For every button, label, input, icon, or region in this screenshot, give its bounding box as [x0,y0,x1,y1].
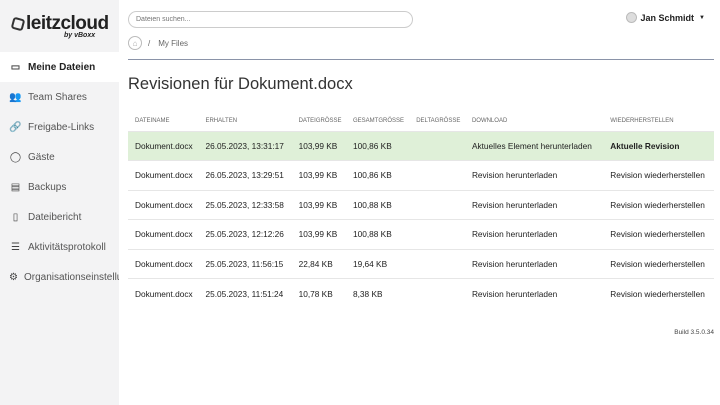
sidebar-item-freigabe-links[interactable]: 🔗 Freigabe-Links [0,112,119,142]
delta-size [409,189,465,220]
sidebar-item-g-ste[interactable]: ◯ Gäste [0,142,119,172]
leitzcloud-logo[interactable]: leitzcloud by vBoxx [10,13,112,43]
column-header[interactable]: DATEIGRÖSSE [292,112,346,131]
delta-size [409,219,465,249]
received: 26.05.2023, 13:29:51 [198,160,292,190]
table-row: Dokument.docx 25.05.2023, 11:56:15 22,84 K… [128,248,714,279]
home-icon[interactable]: ⌂ [128,36,142,50]
sidebar-item-organisationseinstellungen[interactable]: ⚙ Organisationseinstellungen [0,262,119,292]
file-size: 22,84 KB [291,248,346,279]
table-row: Dokument.docx 26.05.2023, 13:29:51 103,99 … [128,160,714,190]
received: 26.05.2023, 13:31:17 [198,130,292,161]
received: 25.05.2023, 11:56:15 [198,248,292,279]
column-header[interactable]: DELTAGRÖSSE [409,112,465,131]
link-icon: 🔗 [9,121,22,133]
file-name: Dokument.docx [128,130,199,161]
report-icon: ▯ [12,211,19,223]
divider [128,59,714,60]
sidebar-item-label: Meine Dateien [28,61,96,73]
sidebar-item-label: Backups [28,181,67,193]
download-link[interactable]: Revision herunterladen [464,219,604,249]
activity-log-icon: ☰ [11,241,20,253]
total-size: 19,64 KB [345,248,410,279]
brand-sub: by vBoxx [64,32,96,39]
sidebar-item-team-shares[interactable]: 👥 Team Shares [0,82,119,112]
column-header[interactable]: WIEDERHERSTELLEN [603,112,714,131]
column-header[interactable]: DOWNLOAD [465,112,603,131]
file-size: 103,99 KB [291,189,346,220]
table-row: Dokument.docx 25.05.2023, 12:33:58 103,99 … [128,189,714,220]
file-size: 103,99 KB [291,130,346,161]
restore-link[interactable]: Revision wiederherstellen [603,219,714,249]
sidebar: leitzcloud by vBoxx ▭ Meine Dateien 👥 Team … [0,0,119,405]
avatar [625,12,637,23]
column-header[interactable]: ERHALTEN [198,112,291,131]
breadcrumb: ⌂ / My Files [128,36,188,50]
user-icon: ◯ [9,151,22,163]
backup-icon: ▤ [10,181,21,193]
sidebar-nav: ▭ Meine Dateien 👥 Team Shares 🔗 Freigabe-Link… [0,52,119,292]
breadcrumb-current[interactable]: My Files [158,39,188,48]
total-size: 100,86 KB [345,130,410,161]
file-size: 10,78 KB [291,278,346,308]
file-name: Dokument.docx [128,160,199,190]
sidebar-item-label: Team Shares [28,91,87,103]
sidebar-item-dateibericht[interactable]: ▯ Dateibericht [0,202,119,232]
page-title: Revisionen für Dokument.docx [128,75,353,93]
delta-size [409,278,465,308]
file-name: Dokument.docx [128,189,199,220]
revisions-table: DATEINAME ERHALTEN DATEIGRÖSSE GESAMTGRÖSSE… [128,112,714,308]
table-row: Dokument.docx 25.05.2023, 11:51:24 10,78 K… [128,278,714,308]
file-size: 103,99 KB [291,160,346,190]
download-link[interactable]: Revision herunterladen [464,248,604,279]
delta-size [409,160,465,190]
restore-link: Aktuelle Revision [603,130,714,161]
restore-link[interactable]: Revision wiederherstellen [603,248,714,279]
restore-link[interactable]: Revision wiederherstellen [603,189,714,220]
gear-icon: ⚙ [9,271,18,283]
caret-down-icon: ▼ [699,14,705,21]
user-name: Jan Schmidt [640,12,695,23]
folder-icon: ▭ [10,61,21,73]
delta-size [409,130,465,161]
received: 25.05.2023, 12:12:26 [198,219,292,249]
user-menu[interactable]: Jan Schmidt ▼ [625,12,705,23]
file-name: Dokument.docx [128,219,199,249]
sidebar-item-backups[interactable]: ▤ Backups [0,172,119,202]
sidebar-item-aktivit-tsprotokoll[interactable]: ☰ Aktivitätsprotokoll [0,232,119,262]
sidebar-item-label: Dateibericht [28,211,82,223]
total-size: 100,88 KB [345,189,410,220]
sidebar-item-label: Freigabe-Links [28,121,95,133]
total-size: 8,38 KB [345,278,410,308]
logo-cube-icon [10,16,26,32]
total-size: 100,86 KB [345,160,410,190]
download-link[interactable]: Revision herunterladen [464,189,604,220]
sidebar-item-meine-dateien[interactable]: ▭ Meine Dateien [0,52,119,82]
restore-link[interactable]: Revision wiederherstellen [603,160,714,190]
download-link[interactable]: Revision herunterladen [464,160,604,190]
table-row: Dokument.docx 25.05.2023, 12:12:26 103,99 … [128,219,714,249]
restore-link[interactable]: Revision wiederherstellen [603,278,714,308]
received: 25.05.2023, 12:33:58 [198,189,292,220]
sidebar-item-label: Aktivitätsprotokoll [28,241,106,253]
table-row: Dokument.docx 26.05.2023, 13:31:17 103,99 … [128,130,714,161]
users-icon: 👥 [9,91,22,103]
breadcrumb-separator: / [148,38,151,48]
table-header: DATEINAME ERHALTEN DATEIGRÖSSE GESAMTGRÖSSE… [128,112,714,131]
build-version: Build 3.5.0.34 [674,329,714,336]
search-input[interactable] [128,11,413,28]
received: 25.05.2023, 11:51:24 [198,278,292,308]
sidebar-item-label: Gäste [28,151,55,163]
file-name: Dokument.docx [128,278,199,308]
file-size: 103,99 KB [291,219,346,249]
total-size: 100,88 KB [345,219,410,249]
column-header[interactable]: DATEINAME [128,112,198,131]
file-name: Dokument.docx [128,248,199,279]
sidebar-item-label: Organisationseinstellungen [23,271,119,283]
download-link[interactable]: Revision herunterladen [464,278,604,308]
column-header[interactable]: GESAMTGRÖSSE [346,112,409,131]
delta-size [409,248,465,279]
download-link[interactable]: Aktuelles Element herunterladen [464,130,604,161]
